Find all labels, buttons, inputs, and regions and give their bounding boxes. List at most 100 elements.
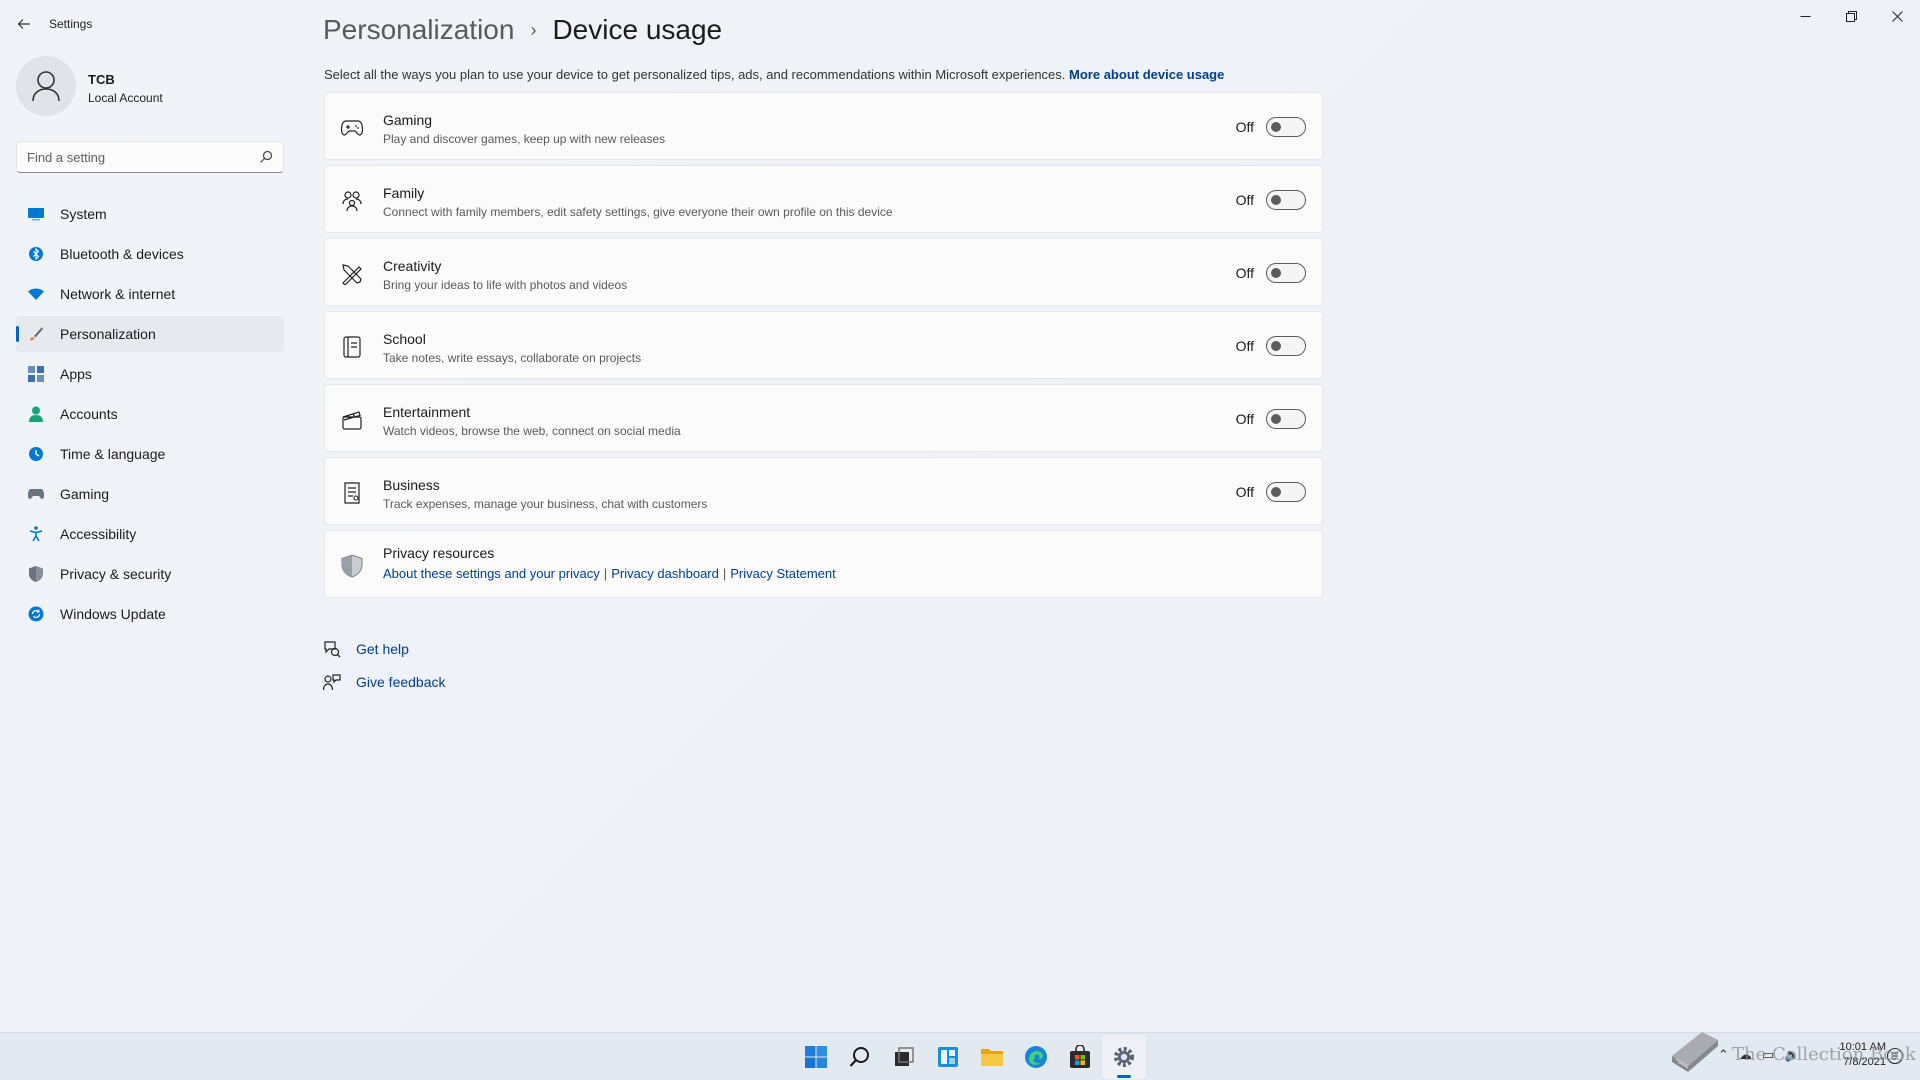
privacy-links: About these settings and your privacy | Pr… <box>383 566 836 581</box>
breadcrumb: Personalization › Device usage <box>323 10 722 50</box>
profile-name: TCB <box>88 72 115 87</box>
toggle-state-label: Off <box>1235 338 1254 354</box>
sidebar-item-label: System <box>60 206 107 222</box>
family-toggle[interactable] <box>1266 190 1306 210</box>
minimize-button[interactable] <box>1782 0 1828 32</box>
sidebar-item-time-language[interactable]: Time & language <box>16 436 284 472</box>
option-title: Gaming <box>383 112 433 128</box>
business-toggle[interactable] <box>1266 482 1306 502</box>
toggle-knob <box>1271 195 1281 205</box>
toggle-state-label: Off <box>1235 411 1254 427</box>
monitor-icon <box>28 206 44 222</box>
about-settings-privacy-link[interactable]: About these settings and your privacy <box>383 566 600 581</box>
clapperboard-icon <box>341 409 363 431</box>
intro-text: Select all the ways you plan to use your… <box>324 67 1224 82</box>
globe-clock-icon <box>28 446 44 462</box>
option-description: Play and discover games, keep up with ne… <box>383 132 666 146</box>
minimize-icon <box>1800 15 1810 17</box>
sidebar-item-network[interactable]: Network & internet <box>16 276 284 312</box>
search-box <box>16 141 284 173</box>
sidebar-item-label: Privacy & security <box>60 566 172 582</box>
privacy-resources-card: Privacy resources About these settings a… <box>324 530 1323 598</box>
toggle-state-label: Off <box>1235 192 1254 208</box>
gaming-toggle[interactable] <box>1266 117 1306 137</box>
sidebar-item-label: Network & internet <box>60 286 176 302</box>
sidebar-item-personalization[interactable]: Personalization <box>16 316 284 352</box>
breadcrumb-parent[interactable]: Personalization <box>323 14 514 46</box>
school-toggle[interactable] <box>1266 336 1306 356</box>
sidebar-item-accounts[interactable]: Accounts <box>16 396 284 432</box>
close-icon <box>1891 10 1903 22</box>
brush-icon <box>28 326 44 342</box>
file-explorer-icon <box>981 1049 1003 1066</box>
sidebar-item-system[interactable]: System <box>16 196 284 232</box>
intro-description: Select all the ways you plan to use your… <box>324 67 1066 82</box>
breadcrumb-separator: › <box>530 19 537 40</box>
sidebar-item-label: Personalization <box>60 326 156 342</box>
back-button[interactable] <box>12 12 36 36</box>
get-help-label: Get help <box>356 640 409 657</box>
widgets-button[interactable] <box>926 1035 970 1079</box>
option-title: Entertainment <box>383 404 471 420</box>
edge-button[interactable] <box>1014 1035 1058 1079</box>
toggle-state-label: Off <box>1235 119 1254 135</box>
sidebar-item-apps[interactable]: Apps <box>16 356 284 392</box>
sidebar-item-label: Accessibility <box>60 526 137 542</box>
title-bar: Settings <box>0 0 1920 48</box>
update-icon <box>28 606 44 622</box>
option-card-gaming: Gaming Play and discover games, keep up … <box>324 92 1323 160</box>
bluetooth-icon <box>28 246 44 262</box>
entertainment-toggle[interactable] <box>1266 409 1306 429</box>
toggle-knob <box>1271 487 1281 497</box>
settings-window: Settings TCB Local Account System Blueto… <box>0 0 1920 1032</box>
toggle-knob <box>1271 341 1281 351</box>
taskbar-search-button[interactable] <box>838 1035 882 1079</box>
settings-taskbar-button[interactable] <box>1102 1035 1146 1079</box>
toggle-state-label: Off <box>1235 265 1254 281</box>
family-icon <box>341 190 363 212</box>
option-card-business: Business Track expenses, manage your bus… <box>324 457 1323 525</box>
store-button[interactable] <box>1058 1035 1102 1079</box>
sidebar-item-privacy-security[interactable]: Privacy & security <box>16 556 284 592</box>
gamepad-icon <box>341 117 363 139</box>
close-button[interactable] <box>1874 0 1920 32</box>
app-title: Settings <box>49 17 93 31</box>
restore-button[interactable] <box>1828 0 1874 32</box>
search-input[interactable] <box>17 142 247 172</box>
taskbar-apps <box>794 1033 1146 1080</box>
file-explorer-button[interactable] <box>970 1035 1014 1079</box>
sidebar-item-windows-update[interactable]: Windows Update <box>16 596 284 632</box>
avatar[interactable] <box>16 56 76 116</box>
task-view-button[interactable] <box>882 1035 926 1079</box>
apps-icon <box>28 366 44 382</box>
privacy-dashboard-link[interactable]: Privacy dashboard <box>611 566 719 581</box>
edge-icon <box>1025 1046 1047 1068</box>
toggle-knob <box>1271 414 1281 424</box>
search-icon[interactable] <box>259 150 273 164</box>
give-feedback-link[interactable]: Give feedback <box>323 665 446 698</box>
sidebar-item-label: Gaming <box>60 486 110 502</box>
receipt-icon <box>341 482 363 504</box>
sidebar-item-accessibility[interactable]: Accessibility <box>16 516 284 552</box>
more-about-device-usage-link[interactable]: More about device usage <box>1069 67 1224 82</box>
get-help-link[interactable]: Get help <box>323 632 446 665</box>
help-links: Get help Give feedback <box>323 632 446 698</box>
sidebar-item-label: Windows Update <box>60 606 166 622</box>
toggle-knob <box>1271 122 1281 132</box>
help-chat-icon <box>324 641 341 658</box>
sidebar-item-label: Apps <box>60 366 92 382</box>
sidebar-item-label: Bluetooth & devices <box>60 246 184 262</box>
sidebar-item-bluetooth[interactable]: Bluetooth & devices <box>16 236 284 272</box>
book-watermark-icon <box>1672 1032 1718 1072</box>
option-card-entertainment: Entertainment Watch videos, browse the w… <box>324 384 1323 452</box>
creativity-toggle[interactable] <box>1266 263 1306 283</box>
start-button[interactable] <box>794 1035 838 1079</box>
shield-icon <box>28 566 44 582</box>
privacy-resources-title: Privacy resources <box>383 545 495 561</box>
profile-account-type: Local Account <box>88 91 163 105</box>
page-title: Device usage <box>552 14 723 45</box>
sidebar-item-label: Time & language <box>60 446 166 462</box>
restore-icon <box>1845 10 1857 22</box>
privacy-statement-link[interactable]: Privacy Statement <box>730 566 836 581</box>
sidebar-item-gaming[interactable]: Gaming <box>16 476 284 512</box>
